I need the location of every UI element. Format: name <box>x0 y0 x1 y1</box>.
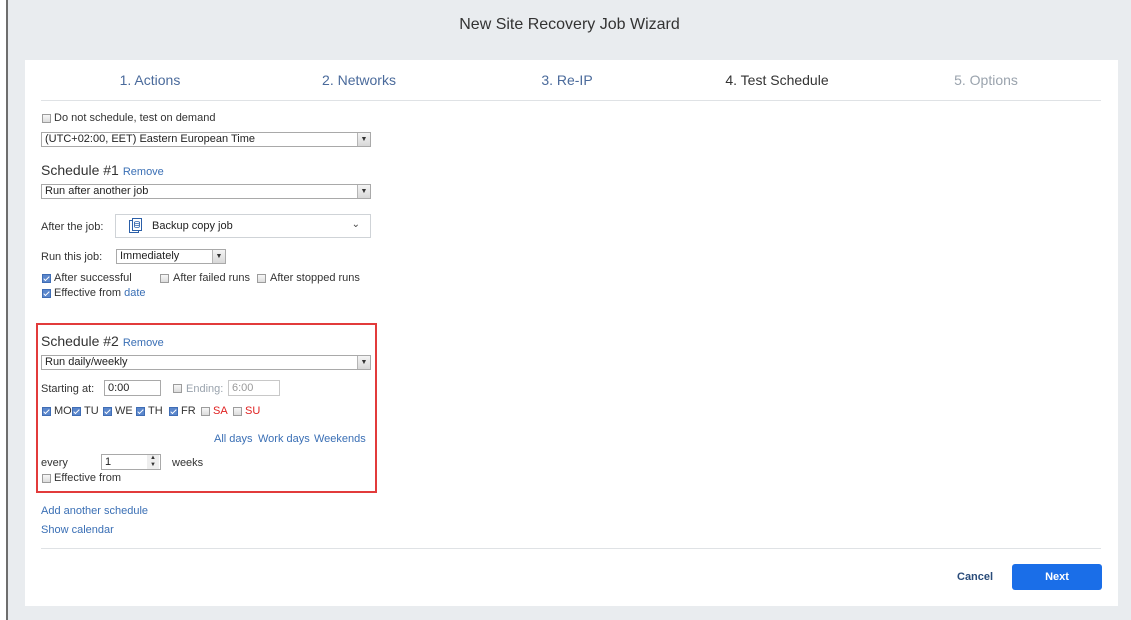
work-days-link[interactable]: Work days <box>258 433 310 445</box>
starting-at-input[interactable]: 0:00 <box>104 380 161 396</box>
after-job-select[interactable]: Backup copy job ⌄ <box>115 214 371 238</box>
run-this-job-select[interactable]: Immediately ▼ <box>116 249 226 264</box>
after-stopped-label: After stopped runs <box>270 272 360 284</box>
weekends-link[interactable]: Weekends <box>314 433 366 445</box>
day-th-label: TH <box>148 405 163 417</box>
spinner-arrows-icon[interactable]: ▲ ▼ <box>147 455 159 469</box>
step-re-ip[interactable]: 3. Re-IP <box>472 72 662 88</box>
step-actions[interactable]: 1. Actions <box>55 72 245 88</box>
schedule2-remove-link[interactable]: Remove <box>123 337 164 349</box>
step-options: 5. Options <box>954 72 1018 88</box>
schedule2-type-value: Run daily/weekly <box>45 356 128 368</box>
schedule2-header: Schedule #2 Remove <box>41 333 164 349</box>
schedule1-effective-from-label: Effective from <box>54 287 122 299</box>
after-failed-checkbox[interactable] <box>160 274 169 283</box>
every-weeks-value: 1 <box>105 456 112 468</box>
chevron-down-icon: ▼ <box>357 185 370 198</box>
day-su-label: SU <box>245 405 261 417</box>
backup-copy-job-icon <box>129 218 142 233</box>
wizard-card: 1. Actions 2. Networks 3. Re-IP 4. Test … <box>25 60 1118 606</box>
schedule1-effective-from-checkbox[interactable] <box>42 289 51 298</box>
after-job-value: Backup copy job <box>152 220 233 232</box>
step-networks[interactable]: 2. Networks <box>264 72 454 88</box>
timezone-select[interactable]: (UTC+02:00, EET) Eastern European Time ▼ <box>41 132 371 147</box>
schedule1-title: Schedule #1 <box>41 162 119 178</box>
ending-label: Ending: <box>186 383 224 395</box>
steps-divider <box>41 100 1101 101</box>
day-th-checkbox[interactable] <box>136 407 145 416</box>
day-mo-checkbox[interactable] <box>42 407 51 416</box>
do-not-schedule-label: Do not schedule, test on demand <box>54 112 216 124</box>
wizard-title: New Site Recovery Job Wizard <box>459 16 680 33</box>
schedule1-type-select[interactable]: Run after another job ▼ <box>41 184 371 199</box>
schedule2-title: Schedule #2 <box>41 333 119 349</box>
ending-checkbox[interactable] <box>173 384 182 393</box>
after-failed-label: After failed runs <box>173 272 251 284</box>
schedule1-remove-link[interactable]: Remove <box>123 166 164 178</box>
show-calendar-link[interactable]: Show calendar <box>41 524 114 536</box>
run-this-job-value: Immediately <box>120 250 180 262</box>
schedule1-effective-from: Effective from date <box>54 287 146 299</box>
starting-at-label: Starting at: <box>41 383 95 395</box>
chevron-down-icon: ▼ <box>212 250 225 263</box>
schedule2-effective-from-label: Effective from <box>54 472 122 484</box>
schedule2-type-select[interactable]: Run daily/weekly ▼ <box>41 355 371 370</box>
after-job-label: After the job: <box>41 221 104 233</box>
day-tu-label: TU <box>84 405 99 417</box>
do-not-schedule-checkbox[interactable] <box>42 114 51 123</box>
day-tu-checkbox[interactable] <box>72 407 81 416</box>
chevron-down-icon: ⌄ <box>351 219 360 230</box>
day-mo-label: MO <box>54 405 72 417</box>
after-successful-checkbox[interactable] <box>42 274 51 283</box>
all-days-link[interactable]: All days <box>214 433 253 445</box>
chevron-down-icon: ▼ <box>357 133 370 146</box>
ending-input: 6:00 <box>228 380 280 396</box>
day-su-checkbox[interactable] <box>233 407 242 416</box>
chevron-down-icon: ▼ <box>357 356 370 369</box>
day-we-label: WE <box>115 405 133 417</box>
schedule1-type-value: Run after another job <box>45 185 149 197</box>
day-fr-label: FR <box>181 405 196 417</box>
after-successful-label: After successful <box>54 272 132 284</box>
day-fr-checkbox[interactable] <box>169 407 178 416</box>
cancel-button[interactable]: Cancel <box>957 564 993 590</box>
wizard-steps: 1. Actions 2. Networks 3. Re-IP 4. Test … <box>25 72 1118 92</box>
every-label: every <box>41 457 68 469</box>
day-sa-label: SA <box>213 405 228 417</box>
day-we-checkbox[interactable] <box>103 407 112 416</box>
after-stopped-checkbox[interactable] <box>257 274 266 283</box>
schedule1-effective-date-link[interactable]: date <box>124 287 145 299</box>
add-another-schedule-link[interactable]: Add another schedule <box>41 505 148 517</box>
schedule1-header: Schedule #1 Remove <box>41 162 164 178</box>
wizard-window: New Site Recovery Job Wizard 1. Actions … <box>8 0 1131 620</box>
run-this-job-label: Run this job: <box>41 251 103 263</box>
weeks-label: weeks <box>172 457 204 469</box>
footer-divider <box>41 548 1101 549</box>
day-sa-checkbox[interactable] <box>201 407 210 416</box>
next-button[interactable]: Next <box>1012 564 1102 590</box>
schedule2-effective-from-checkbox[interactable] <box>42 474 51 483</box>
step-test-schedule[interactable]: 4. Test Schedule <box>682 72 872 88</box>
timezone-value: (UTC+02:00, EET) Eastern European Time <box>45 133 256 145</box>
every-weeks-stepper[interactable]: 1 ▲ ▼ <box>101 454 161 470</box>
